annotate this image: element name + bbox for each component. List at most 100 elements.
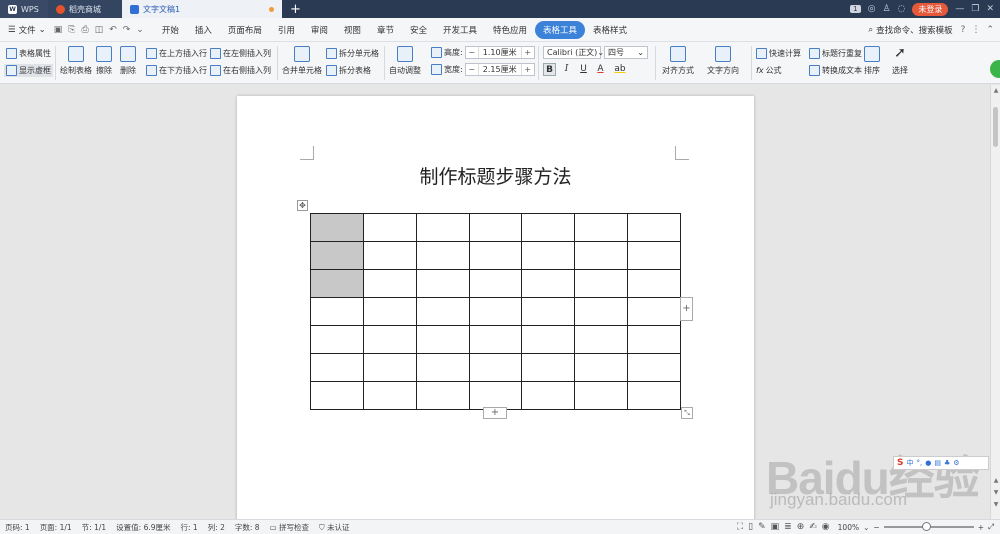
- new-tab-button[interactable]: +: [282, 0, 309, 18]
- col-width-input[interactable]: 2.15厘米: [477, 64, 522, 75]
- add-row-button[interactable]: +: [483, 407, 507, 419]
- chevron-down-icon[interactable]: ⌄: [863, 523, 869, 532]
- font-name-select[interactable]: Calibri (正文) ⌄: [543, 46, 604, 59]
- export-icon[interactable]: ⎘: [68, 25, 75, 35]
- menu-item-table-tools[interactable]: 表格工具: [535, 20, 586, 39]
- split-cells-button[interactable]: 拆分单元格: [326, 48, 379, 59]
- redo-icon[interactable]: ↷: [123, 25, 131, 35]
- table-cell[interactable]: [627, 325, 681, 354]
- more-icon[interactable]: ⋮: [971, 25, 980, 35]
- fit-page-icon[interactable]: ⤢: [988, 522, 994, 532]
- menu-item-view[interactable]: 视图: [336, 21, 369, 39]
- table-cell[interactable]: [362, 325, 417, 354]
- draw-table-button[interactable]: 绘制表格: [60, 46, 92, 76]
- command-search[interactable]: ⌕ 查找命令、搜索模板: [868, 24, 960, 36]
- table-cell[interactable]: [310, 381, 364, 410]
- undo-icon[interactable]: ↶: [109, 25, 117, 35]
- table-cell[interactable]: [521, 241, 576, 270]
- menu-item-chapter[interactable]: 章节: [369, 21, 402, 39]
- table-cell[interactable]: [574, 297, 629, 326]
- highlight-button[interactable]: ab: [611, 63, 629, 76]
- menu-item-developer[interactable]: 开发工具: [435, 21, 485, 39]
- sort-button[interactable]: 排序: [864, 46, 880, 76]
- table-cell[interactable]: [362, 269, 417, 298]
- document-page[interactable]: 制作标题步骤方法 ✥ + + ⤡: [237, 96, 754, 519]
- table-cell[interactable]: [521, 269, 576, 298]
- close-icon[interactable]: ✕: [986, 4, 994, 14]
- insert-col-left-button[interactable]: 在左侧插入列: [210, 48, 271, 59]
- font-size-select[interactable]: 四号 ⌄: [604, 46, 648, 59]
- file-menu[interactable]: ☰ 文件 ⌄: [0, 24, 54, 36]
- table-properties-button[interactable]: 表格属性: [6, 48, 51, 59]
- table-cell[interactable]: [521, 297, 576, 326]
- eye-protect-icon[interactable]: ◉: [822, 522, 830, 532]
- menu-item-home[interactable]: 开始: [154, 21, 187, 39]
- ime-punct-icon[interactable]: °,: [916, 459, 922, 467]
- table-cell[interactable]: [468, 241, 523, 270]
- table-cell[interactable]: [310, 213, 364, 242]
- table-cell[interactable]: [310, 325, 364, 354]
- table-cell[interactable]: [415, 325, 470, 354]
- table-cell[interactable]: [521, 213, 576, 242]
- table-cell[interactable]: [627, 381, 681, 410]
- table-cell[interactable]: [468, 381, 523, 410]
- col-width-increase-button[interactable]: +: [522, 65, 534, 74]
- shirt-icon[interactable]: ♙: [882, 4, 890, 14]
- table-cell[interactable]: [310, 353, 364, 382]
- reading-mode-icon[interactable]: ▯: [748, 522, 753, 532]
- scroll-down-icon[interactable]: ▼: [992, 501, 1000, 509]
- table-cell[interactable]: [627, 353, 681, 382]
- print-icon[interactable]: ⎙: [81, 25, 88, 35]
- table-move-handle-icon[interactable]: ✥: [297, 200, 308, 211]
- zoom-slider-knob[interactable]: [921, 522, 931, 531]
- eraser-button[interactable]: 擦除: [96, 46, 112, 76]
- merge-cells-button[interactable]: 合并单元格: [282, 46, 322, 76]
- show-gridlines-button[interactable]: 显示虚框: [4, 64, 53, 77]
- table-cell[interactable]: [627, 269, 681, 298]
- bell-icon[interactable]: ◌: [898, 4, 906, 14]
- menu-item-layout[interactable]: 页面布局: [220, 21, 270, 39]
- underline-button[interactable]: U: [577, 63, 590, 76]
- scroll-up-page-icon[interactable]: ▲: [992, 477, 1000, 485]
- table-cell[interactable]: [468, 269, 523, 298]
- save-icon[interactable]: ▣: [54, 25, 63, 35]
- status-page-code[interactable]: 页码: 1: [0, 522, 35, 533]
- spell-check-button[interactable]: ▭ 拼写检查: [265, 522, 314, 533]
- tab-store[interactable]: 稻壳商城: [48, 0, 122, 18]
- row-height-increase-button[interactable]: +: [522, 48, 534, 57]
- align-button[interactable]: 对齐方式: [662, 46, 694, 76]
- menu-item-insert[interactable]: 插入: [187, 21, 220, 39]
- ime-keyboard-icon[interactable]: ▤: [934, 459, 941, 467]
- table-cell[interactable]: [415, 213, 470, 242]
- table-cell[interactable]: [310, 241, 364, 270]
- select-button[interactable]: ➚ 选择: [892, 46, 908, 76]
- table-cell[interactable]: [362, 353, 417, 382]
- zoom-slider[interactable]: [883, 522, 974, 531]
- restore-icon[interactable]: ❐: [971, 4, 979, 14]
- row-height-decrease-button[interactable]: −: [466, 48, 478, 57]
- scroll-up-icon[interactable]: ▲: [992, 87, 1000, 95]
- bold-button[interactable]: B: [543, 63, 556, 76]
- window-count-badge[interactable]: 1: [850, 5, 861, 13]
- ime-mode-icon[interactable]: 中: [906, 458, 913, 468]
- ime-skin-icon[interactable]: ♣: [944, 459, 950, 467]
- table-cell[interactable]: [468, 325, 523, 354]
- preview-icon[interactable]: ◫: [95, 25, 104, 35]
- tab-document[interactable]: 文字文稿1: [122, 0, 282, 18]
- font-color-button[interactable]: A: [594, 63, 607, 76]
- table-cell[interactable]: [310, 297, 364, 326]
- status-page[interactable]: 页面: 1/1: [35, 522, 77, 533]
- table-cell[interactable]: [362, 241, 417, 270]
- menu-item-references[interactable]: 引用: [270, 21, 303, 39]
- scroll-thumb[interactable]: [993, 107, 998, 147]
- delete-button[interactable]: 删除: [120, 46, 136, 76]
- table-cell[interactable]: [574, 213, 629, 242]
- ime-mic-icon[interactable]: ●: [925, 459, 931, 467]
- document-table[interactable]: [310, 213, 681, 410]
- status-word-count[interactable]: 字数: 8: [230, 522, 265, 533]
- menu-item-features[interactable]: 特色应用: [485, 21, 535, 39]
- collapse-ribbon-icon[interactable]: ⌃: [986, 25, 994, 35]
- table-cell[interactable]: [468, 213, 523, 242]
- menu-item-security[interactable]: 安全: [402, 21, 435, 39]
- login-button[interactable]: 未登录: [912, 2, 949, 16]
